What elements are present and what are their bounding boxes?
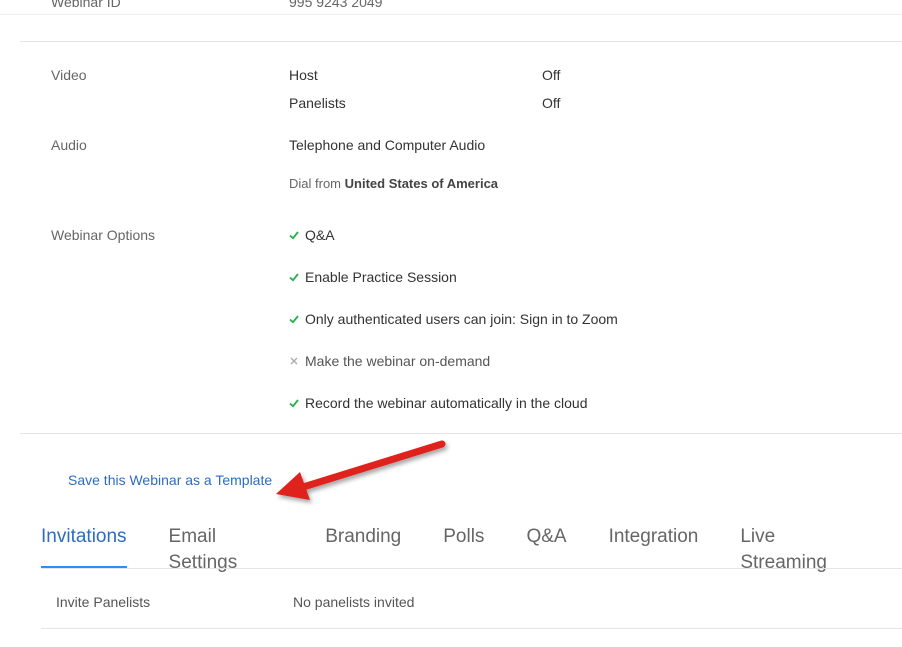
tab-live-streaming[interactable]: Live Streaming — [740, 524, 860, 573]
tab-branding[interactable]: Branding — [325, 524, 401, 568]
video-host-label: Host — [289, 67, 318, 83]
webinar-options-label: Webinar Options — [51, 227, 156, 243]
option-label: Record the webinar automatically in the … — [305, 395, 588, 411]
save-as-template-link[interactable]: Save this Webinar as a Template — [68, 472, 272, 488]
audio-label: Audio — [51, 137, 87, 153]
option-label: Make the webinar on-demand — [305, 353, 491, 369]
section-divider — [20, 433, 902, 434]
option-record-cloud: Record the webinar automatically in the … — [289, 395, 588, 411]
option-practice-session: Enable Practice Session — [289, 269, 457, 285]
tab-email-settings[interactable]: Email Settings — [169, 524, 284, 573]
checkmark-icon — [289, 395, 299, 411]
invite-panelists-value: No panelists invited — [293, 594, 415, 610]
webinar-id-label: Webinar ID — [51, 0, 121, 10]
checkmark-icon — [289, 227, 299, 243]
option-label: Q&A — [305, 227, 335, 243]
dial-from-text: Dial from United States of America — [289, 176, 498, 191]
option-qa: Q&A — [289, 227, 335, 243]
audio-value: Telephone and Computer Audio — [289, 137, 486, 153]
tab-integration[interactable]: Integration — [609, 524, 699, 568]
tab-polls[interactable]: Polls — [443, 524, 484, 568]
dial-prefix: Dial from — [289, 176, 342, 191]
tab-qa[interactable]: Q&A — [526, 524, 566, 568]
tab-bar: Invitations Email Settings Branding Poll… — [41, 524, 902, 573]
bottom-divider — [41, 628, 902, 629]
webinar-details-page: Webinar ID 995 9243 2049 Video Host Off … — [0, 0, 902, 647]
option-authenticated-users: Only authenticated users can join: Sign … — [289, 311, 618, 327]
dial-country: United States of America — [344, 176, 499, 191]
option-label: Only authenticated users can join: Sign … — [305, 311, 618, 327]
section-divider — [20, 41, 902, 42]
tabs-divider — [41, 568, 902, 569]
video-host-value: Off — [542, 67, 561, 83]
option-on-demand: Make the webinar on-demand — [289, 353, 490, 369]
video-panelists-label: Panelists — [289, 95, 346, 111]
video-label: Video — [51, 67, 87, 83]
cross-icon — [289, 353, 299, 369]
checkmark-icon — [289, 269, 299, 285]
invite-panelists-label: Invite Panelists — [56, 594, 151, 610]
option-label: Enable Practice Session — [305, 269, 457, 285]
tab-invitations[interactable]: Invitations — [41, 524, 127, 568]
webinar-id-value: 995 9243 2049 — [289, 0, 383, 10]
checkmark-icon — [289, 311, 299, 327]
video-panelists-value: Off — [542, 95, 561, 111]
top-divider — [0, 14, 902, 15]
